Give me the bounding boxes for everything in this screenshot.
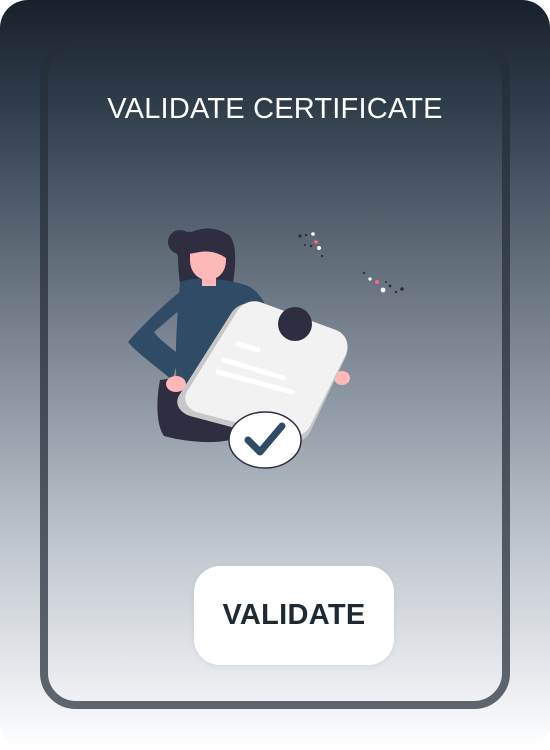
confetti-top bbox=[298, 232, 324, 258]
validate-certificate-screen: VALIDATE CERTIFICATE VALIDATE bbox=[0, 0, 550, 750]
person-holding-certificate-illustration bbox=[128, 228, 404, 469]
validate-button-label: VALIDATE bbox=[222, 599, 366, 631]
validate-button[interactable]: VALIDATE bbox=[194, 566, 394, 665]
page-title: VALIDATE CERTIFICATE bbox=[107, 93, 443, 125]
checkmark-icon bbox=[228, 411, 302, 469]
confetti-right bbox=[362, 271, 404, 294]
